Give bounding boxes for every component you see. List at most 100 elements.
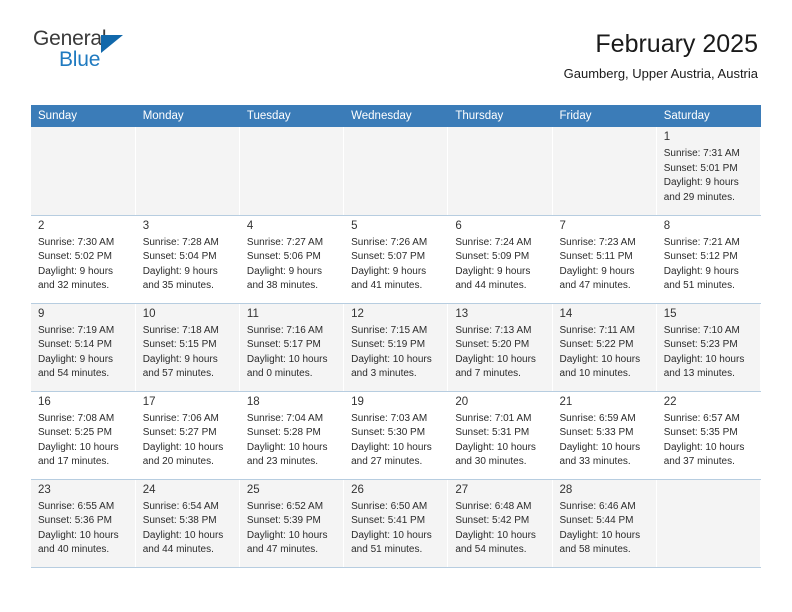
day-cell[interactable]: 21 Sunrise: 6:59 AM Sunset: 5:33 PM Dayligh… xyxy=(552,391,657,480)
day-cell-inner: 11 Sunrise: 7:16 AM Sunset: 5:17 PM Dayligh… xyxy=(240,304,343,391)
weekday-header-saturday: Saturday xyxy=(656,105,762,127)
daylight-text-line1: Daylight: 10 hours xyxy=(246,529,328,541)
day-cell-inner: 23 Sunrise: 6:55 AM Sunset: 5:36 PM Dayligh… xyxy=(31,480,135,567)
day-cell[interactable]: 5 Sunrise: 7:26 AM Sunset: 5:07 PM Daylight… xyxy=(343,215,449,304)
daylight-text-line1: Daylight: 10 hours xyxy=(246,441,328,453)
day-cell-empty xyxy=(239,127,345,216)
daylight-text-line1: Daylight: 10 hours xyxy=(142,529,224,541)
daylight-text-line2: and 37 minutes. xyxy=(663,456,735,468)
day-cell[interactable]: 25 Sunrise: 6:52 AM Sunset: 5:39 PM Dayligh… xyxy=(239,479,345,568)
day-cell[interactable]: 17 Sunrise: 7:06 AM Sunset: 5:27 PM Dayligh… xyxy=(135,391,240,480)
day-detail: Sunrise: 6:54 AM Sunset: 5:38 PM Daylight:… xyxy=(143,500,234,558)
sunrise-text: Sunrise: 6:46 AM xyxy=(559,500,636,512)
daylight-text-line2: and 23 minutes. xyxy=(246,456,319,468)
day-number: 11 xyxy=(246,307,259,320)
daylight-text-line2: and 35 minutes. xyxy=(142,280,214,292)
daylight-text-line1: Daylight: 10 hours xyxy=(246,353,328,365)
day-cell-empty xyxy=(656,479,762,568)
calendar-body: 1 Sunrise: 7:31 AM Sunset: 5:01 PM Daylight… xyxy=(31,127,762,568)
day-cell[interactable]: 27 Sunrise: 6:48 AM Sunset: 5:42 PM Dayligh… xyxy=(447,479,553,568)
triangle-icon xyxy=(101,35,123,53)
day-cell-inner: 2 Sunrise: 7:30 AM Sunset: 5:02 PM Daylight… xyxy=(31,216,135,303)
day-cell[interactable]: 8 Sunrise: 7:21 AM Sunset: 5:12 PM Daylight… xyxy=(656,215,762,304)
day-cell[interactable]: 20 Sunrise: 7:01 AM Sunset: 5:31 PM Dayligh… xyxy=(447,391,553,480)
brand-logo[interactable]: General Blue xyxy=(33,28,138,76)
day-number: 22 xyxy=(663,395,677,408)
daylight-text-line1: Daylight: 10 hours xyxy=(663,353,745,365)
daylight-text-line1: Daylight: 10 hours xyxy=(351,353,432,365)
day-number: 28 xyxy=(559,483,573,496)
day-detail: Sunrise: 7:19 AM Sunset: 5:14 PM Daylight:… xyxy=(38,324,130,382)
day-cell[interactable]: 7 Sunrise: 7:23 AM Sunset: 5:11 PM Daylight… xyxy=(552,215,657,304)
calendar-week-row: 9 Sunrise: 7:19 AM Sunset: 5:14 PM Daylight… xyxy=(31,303,762,392)
daylight-text-line2: and 54 minutes. xyxy=(38,368,110,380)
day-detail: Sunrise: 7:04 AM Sunset: 5:28 PM Daylight:… xyxy=(247,412,338,470)
day-cell[interactable]: 16 Sunrise: 7:08 AM Sunset: 5:25 PM Dayligh… xyxy=(31,391,136,480)
daylight-text-line2: and 20 minutes. xyxy=(142,456,214,468)
daylight-text-line1: Daylight: 9 hours xyxy=(351,265,427,277)
day-cell[interactable]: 11 Sunrise: 7:16 AM Sunset: 5:17 PM Dayligh… xyxy=(239,303,345,392)
day-cell-empty xyxy=(343,127,449,216)
sunset-text: Sunset: 5:41 PM xyxy=(351,515,426,527)
day-cell[interactable]: 14 Sunrise: 7:11 AM Sunset: 5:22 PM Dayligh… xyxy=(552,303,657,392)
day-cell[interactable]: 18 Sunrise: 7:04 AM Sunset: 5:28 PM Dayligh… xyxy=(239,391,345,480)
day-cell-inner xyxy=(240,127,343,215)
day-number: 7 xyxy=(559,219,566,232)
day-cell[interactable]: 23 Sunrise: 6:55 AM Sunset: 5:36 PM Dayligh… xyxy=(31,479,136,568)
daylight-text-line1: Daylight: 10 hours xyxy=(559,353,641,365)
day-cell-inner: 28 Sunrise: 6:46 AM Sunset: 5:44 PM Dayligh… xyxy=(553,480,656,567)
day-cell-inner: 4 Sunrise: 7:27 AM Sunset: 5:06 PM Daylight… xyxy=(240,216,343,303)
day-cell[interactable]: 1 Sunrise: 7:31 AM Sunset: 5:01 PM Daylight… xyxy=(656,127,762,216)
day-cell[interactable]: 4 Sunrise: 7:27 AM Sunset: 5:06 PM Daylight… xyxy=(239,215,345,304)
day-cell[interactable]: 12 Sunrise: 7:15 AM Sunset: 5:19 PM Dayligh… xyxy=(343,303,449,392)
daylight-text-line1: Daylight: 9 hours xyxy=(38,265,114,277)
day-cell[interactable]: 9 Sunrise: 7:19 AM Sunset: 5:14 PM Daylight… xyxy=(31,303,136,392)
day-cell-inner: 15 Sunrise: 7:10 AM Sunset: 5:23 PM Dayligh… xyxy=(657,304,760,391)
daylight-text-line2: and 40 minutes. xyxy=(38,544,110,556)
daylight-text-line1: Daylight: 9 hours xyxy=(559,265,635,277)
sunset-text: Sunset: 5:02 PM xyxy=(38,251,112,263)
daylight-text-line1: Daylight: 10 hours xyxy=(455,353,536,365)
daylight-text-line2: and 13 minutes. xyxy=(663,368,735,380)
day-number: 2 xyxy=(38,219,45,232)
sunset-text: Sunset: 5:17 PM xyxy=(246,339,321,351)
sunrise-text: Sunrise: 7:18 AM xyxy=(142,324,219,336)
day-cell-empty xyxy=(135,127,240,216)
sunset-text: Sunset: 5:27 PM xyxy=(142,427,217,439)
day-cell[interactable]: 10 Sunrise: 7:18 AM Sunset: 5:15 PM Dayligh… xyxy=(135,303,240,392)
calendar-page: General Blue February 2025 Gaumberg, Upp… xyxy=(0,0,792,612)
sunset-text: Sunset: 5:30 PM xyxy=(351,427,426,439)
day-cell[interactable]: 19 Sunrise: 7:03 AM Sunset: 5:30 PM Dayligh… xyxy=(343,391,449,480)
sunset-text: Sunset: 5:35 PM xyxy=(663,427,738,439)
day-cell[interactable]: 26 Sunrise: 6:50 AM Sunset: 5:41 PM Dayligh… xyxy=(343,479,449,568)
day-number: 18 xyxy=(246,395,260,408)
day-detail: Sunrise: 6:57 AM Sunset: 5:35 PM Daylight:… xyxy=(664,412,755,470)
sunset-text: Sunset: 5:20 PM xyxy=(455,339,530,351)
sunset-text: Sunset: 5:07 PM xyxy=(351,251,426,263)
day-cell[interactable]: 15 Sunrise: 7:10 AM Sunset: 5:23 PM Dayligh… xyxy=(656,303,762,392)
day-cell[interactable]: 13 Sunrise: 7:13 AM Sunset: 5:20 PM Dayligh… xyxy=(447,303,553,392)
sunset-text: Sunset: 5:42 PM xyxy=(455,515,530,527)
day-cell[interactable]: 3 Sunrise: 7:28 AM Sunset: 5:04 PM Daylight… xyxy=(135,215,240,304)
day-cell-inner: 24 Sunrise: 6:54 AM Sunset: 5:38 PM Dayligh… xyxy=(136,480,239,567)
sunset-text: Sunset: 5:12 PM xyxy=(663,251,738,263)
daylight-text-line1: Daylight: 9 hours xyxy=(38,353,114,365)
day-number: 4 xyxy=(246,219,254,232)
day-cell[interactable]: 6 Sunrise: 7:24 AM Sunset: 5:09 PM Daylight… xyxy=(447,215,553,304)
day-detail: Sunrise: 7:23 AM Sunset: 5:11 PM Daylight:… xyxy=(560,236,651,294)
day-cell[interactable]: 28 Sunrise: 6:46 AM Sunset: 5:44 PM Dayligh… xyxy=(552,479,657,568)
day-cell[interactable]: 2 Sunrise: 7:30 AM Sunset: 5:02 PM Daylight… xyxy=(31,215,136,304)
day-cell-inner xyxy=(31,127,135,215)
sunrise-text: Sunrise: 6:54 AM xyxy=(142,500,219,512)
day-detail: Sunrise: 7:16 AM Sunset: 5:17 PM Daylight:… xyxy=(247,324,338,382)
sunrise-text: Sunrise: 7:16 AM xyxy=(246,324,324,336)
day-cell[interactable]: 22 Sunrise: 6:57 AM Sunset: 5:35 PM Dayligh… xyxy=(656,391,762,480)
day-detail: Sunrise: 7:08 AM Sunset: 5:25 PM Daylight:… xyxy=(38,412,130,470)
day-cell-inner: 10 Sunrise: 7:18 AM Sunset: 5:15 PM Dayligh… xyxy=(136,304,239,391)
day-detail: Sunrise: 7:30 AM Sunset: 5:02 PM Daylight:… xyxy=(38,236,130,294)
sunrise-text: Sunrise: 7:10 AM xyxy=(663,324,740,336)
daylight-text-line1: Daylight: 10 hours xyxy=(351,441,432,453)
day-cell-inner: 6 Sunrise: 7:24 AM Sunset: 5:09 PM Daylight… xyxy=(448,216,551,303)
day-cell[interactable]: 24 Sunrise: 6:54 AM Sunset: 5:38 PM Dayligh… xyxy=(135,479,240,568)
day-number: 17 xyxy=(142,395,156,408)
